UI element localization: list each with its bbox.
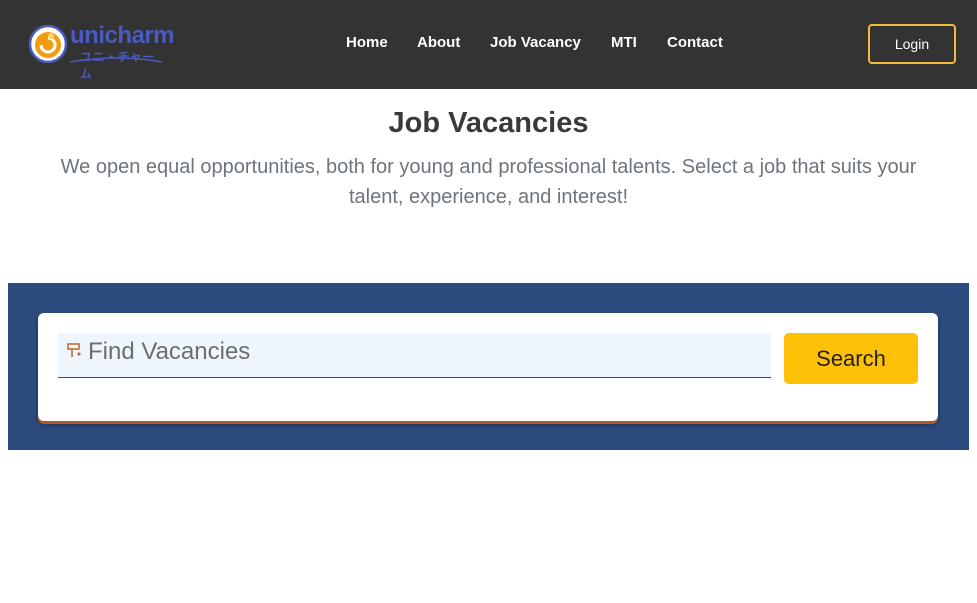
navbar: unicharm ユニ・チャーム Home About Job Vacancy … <box>0 0 977 89</box>
nav-job-vacancy[interactable]: Job Vacancy <box>490 34 581 51</box>
nav-about[interactable]: About <box>417 34 460 51</box>
login-button[interactable]: Login <box>868 24 956 64</box>
search-input[interactable] <box>88 335 758 369</box>
logo-swoosh <box>69 57 163 63</box>
search-button[interactable]: Search <box>784 333 918 384</box>
main-nav: Home About Job Vacancy MTI Contact <box>0 34 977 54</box>
page-title: Job Vacancies <box>388 107 589 139</box>
nav-contact[interactable]: Contact <box>667 34 723 51</box>
nav-home[interactable]: Home <box>346 34 388 51</box>
page-subtitle: We open equal opportunities, both for yo… <box>60 156 917 208</box>
filter-icon <box>67 343 81 357</box>
nav-mti[interactable]: MTI <box>611 34 637 51</box>
